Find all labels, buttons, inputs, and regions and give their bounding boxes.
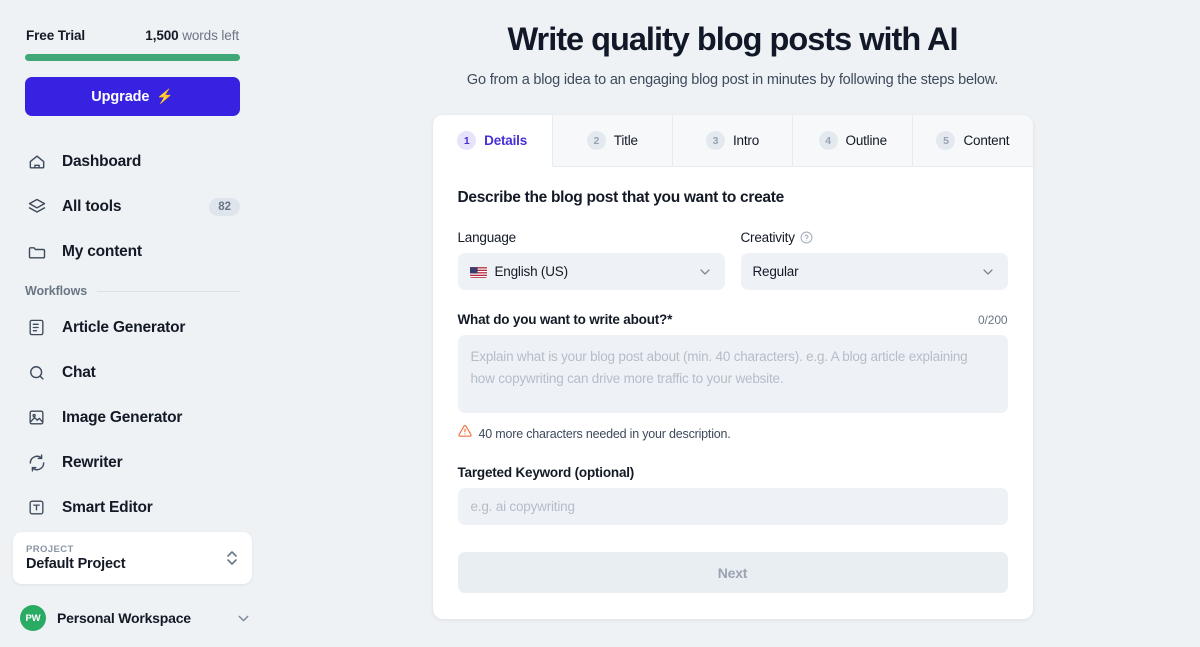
project-text: PROJECT Default Project — [26, 544, 225, 572]
about-character-counter: 0/200 — [977, 313, 1008, 327]
warning-triangle-icon — [457, 424, 472, 443]
about-validation-message: 40 more characters needed in your descri… — [457, 424, 1008, 443]
upgrade-button[interactable]: Upgrade ⚡ — [25, 77, 240, 116]
tab-title[interactable]: 2 Title — [552, 115, 673, 167]
sidebar: Free Trial 1,500 words left Upgrade ⚡ Da… — [0, 0, 265, 647]
creativity-label-row: Creativity — [741, 230, 1008, 245]
next-button[interactable]: Next — [457, 552, 1008, 593]
app-root: Free Trial 1,500 words left Upgrade ⚡ Da… — [0, 0, 1200, 647]
keyword-label-row: Targeted Keyword (optional) — [458, 465, 1008, 480]
page-title: Write quality blog posts with AI — [507, 21, 958, 57]
tab-label: Details — [484, 133, 528, 148]
about-textarea[interactable]: Explain what is your blog post about (mi… — [457, 335, 1008, 413]
language-value: English (US) — [494, 264, 569, 279]
keyword-input[interactable]: e.g. ai copywriting — [457, 488, 1008, 525]
tab-step-number: 3 — [706, 131, 725, 150]
about-label: What do you want to write about?* — [457, 312, 673, 327]
sidebar-item-article-generator[interactable]: Article Generator — [25, 305, 240, 350]
project-kicker-label: PROJECT — [26, 544, 74, 555]
trial-words-amount: 1,500 — [145, 28, 179, 43]
all-tools-count-badge: 82 — [209, 197, 240, 216]
page-subtitle: Go from a blog idea to an engaging blog … — [466, 72, 999, 88]
sidebar-item-dashboard[interactable]: Dashboard — [25, 139, 240, 184]
main-content: Write quality blog posts with AI Go from… — [265, 0, 1200, 647]
keyword-label: Targeted Keyword (optional) — [457, 465, 635, 480]
step-tabs: 1 Details 2 Title 3 Intro 4 Outline 5 Co… — [432, 115, 1033, 167]
tab-step-number: 5 — [936, 131, 956, 150]
tab-outline[interactable]: 4 Outline — [793, 115, 914, 167]
sidebar-item-all-tools[interactable]: All tools 82 — [25, 184, 240, 229]
tab-details[interactable]: 1 Details — [432, 115, 553, 167]
tab-step-number: 4 — [818, 131, 838, 150]
creativity-label: Creativity — [740, 230, 795, 245]
sidebar-item-label: Article Generator — [62, 318, 186, 336]
sidebar-item-smart-editor[interactable]: Smart Editor — [25, 485, 240, 530]
folder-icon — [26, 241, 47, 262]
chevron-down-icon — [697, 264, 713, 280]
creativity-select[interactable]: Regular — [740, 253, 1008, 290]
sidebar-item-label: My content — [62, 242, 142, 260]
tab-label: Outline — [845, 133, 888, 148]
sidebar-item-label: Smart Editor — [62, 498, 153, 516]
language-label: Language — [457, 230, 517, 245]
us-flag-icon — [469, 266, 487, 278]
chevron-down-icon — [980, 264, 996, 280]
layers-icon — [26, 196, 47, 217]
sidebar-item-label: Chat — [62, 363, 96, 381]
sidebar-item-label: Dashboard — [62, 152, 142, 170]
tab-label: Title — [613, 133, 638, 148]
tab-step-number: 1 — [457, 131, 477, 150]
divider — [97, 290, 240, 292]
creativity-value: Regular — [752, 264, 799, 279]
project-selector[interactable]: PROJECT Default Project — [13, 532, 252, 584]
details-form: Describe the blog post that you want to … — [433, 167, 1033, 619]
tab-intro[interactable]: 3 Intro — [672, 115, 794, 167]
workflow-card: 1 Details 2 Title 3 Intro 4 Outline 5 Co… — [432, 115, 1033, 619]
tab-label: Content — [963, 133, 1010, 148]
trial-progress-bar — [25, 54, 240, 61]
sidebar-item-label: Image Generator — [62, 408, 183, 426]
chat-icon — [26, 362, 47, 383]
home-icon — [26, 151, 47, 172]
language-select[interactable]: English (US) — [457, 253, 725, 290]
trial-plan-label: Free Trial — [26, 28, 86, 43]
avatar: PW — [20, 605, 46, 631]
project-name: Default Project — [26, 556, 126, 572]
chevron-down-icon — [235, 610, 252, 627]
upgrade-button-label: Upgrade — [91, 88, 150, 105]
document-icon — [26, 317, 47, 338]
sidebar-item-chat[interactable]: Chat — [25, 350, 240, 395]
workspace-name: Personal Workspace — [57, 610, 191, 626]
trial-words-left: 1,500 words left — [145, 28, 239, 43]
workspace-selector[interactable]: PW Personal Workspace — [20, 601, 252, 635]
text-editor-icon — [26, 497, 47, 518]
trial-progress-fill — [25, 54, 240, 61]
primary-nav: Dashboard All tools 82 My content Workfl… — [25, 139, 240, 530]
trial-words-suffix: words left — [178, 28, 239, 43]
sidebar-item-image-generator[interactable]: Image Generator — [25, 395, 240, 440]
image-icon — [26, 407, 47, 428]
tab-content[interactable]: 5 Content — [913, 115, 1033, 167]
creativity-field: Creativity Regular — [740, 230, 1008, 290]
tab-label: Intro — [733, 133, 760, 148]
workflows-section-label: Workflows — [25, 284, 88, 298]
form-heading: Describe the blog post that you want to … — [457, 189, 785, 206]
chevron-up-down-icon — [225, 548, 239, 568]
language-creativity-row: Language English (US) Creativity Regular — [457, 230, 1008, 290]
about-validation-text: 40 more characters needed in your descri… — [478, 426, 731, 441]
tab-step-number: 2 — [586, 131, 606, 150]
sidebar-item-label: Rewriter — [62, 453, 123, 471]
help-circle-icon[interactable] — [800, 231, 813, 244]
sidebar-item-rewriter[interactable]: Rewriter — [25, 440, 240, 485]
workflows-section-header: Workflows — [25, 284, 240, 298]
sidebar-item-my-content[interactable]: My content — [25, 229, 240, 274]
about-label-row: What do you want to write about?* 0/200 — [458, 312, 1008, 327]
refresh-icon — [26, 452, 47, 473]
language-field: Language English (US) — [457, 230, 725, 290]
lightning-bolt-icon: ⚡ — [156, 88, 174, 104]
sidebar-item-label: All tools — [62, 197, 122, 215]
trial-status: Free Trial 1,500 words left — [25, 28, 240, 43]
